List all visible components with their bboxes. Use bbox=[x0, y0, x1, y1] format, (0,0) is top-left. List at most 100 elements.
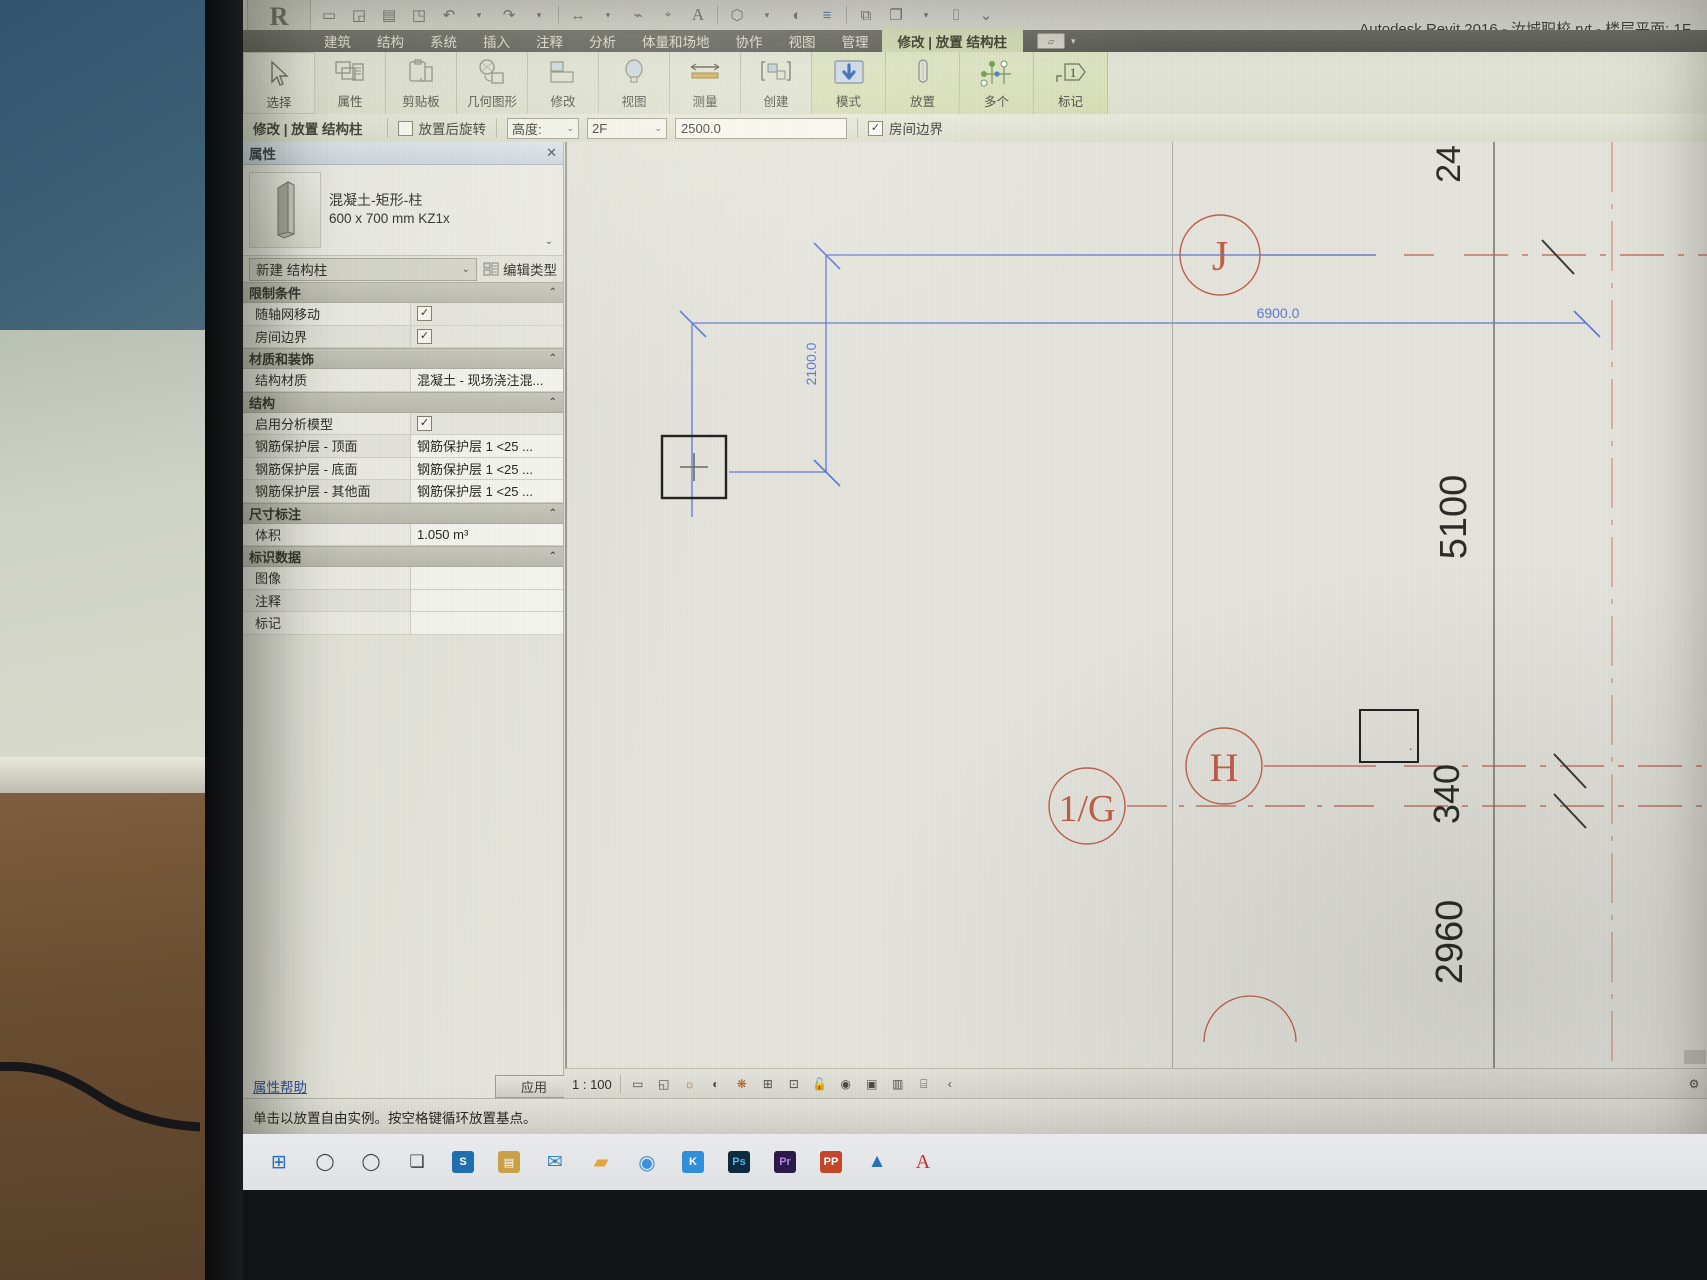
save-icon[interactable]: ▤ bbox=[375, 2, 403, 28]
collapse-icon[interactable]: ⌃ bbox=[549, 287, 557, 298]
collapse-icon-4[interactable]: ⌃ bbox=[549, 508, 557, 519]
show-crop-region-icon[interactable]: ⊡ bbox=[785, 1075, 803, 1093]
room-bounding-checkbox[interactable]: ✓ bbox=[868, 120, 884, 136]
tab-massing-site[interactable]: 体量和场地 bbox=[629, 29, 723, 53]
crop-view-icon[interactable]: ⊞ bbox=[759, 1075, 777, 1093]
offset-input[interactable]: 2500.0 bbox=[675, 117, 848, 139]
room-bounding-option[interactable]: ✓ 房间边界 bbox=[868, 118, 943, 138]
property-row-structural-material[interactable]: 结构材质 混凝土 - 现场浇注混... bbox=[243, 369, 563, 392]
text-icon[interactable]: A bbox=[684, 2, 712, 28]
property-group-materials[interactable]: 材质和装饰 ⌃ bbox=[243, 348, 563, 369]
revit-icon[interactable]: ▲ bbox=[855, 1140, 899, 1184]
panel-view[interactable]: 视图 bbox=[599, 52, 670, 114]
rotate-after-placement-checkbox[interactable] bbox=[397, 120, 413, 136]
property-value[interactable]: 钢筋保护层 1 <25 ... bbox=[410, 480, 563, 502]
collapse-icon-2[interactable]: ⌃ bbox=[549, 353, 557, 364]
dimension-dropdown-icon[interactable]: ▾ bbox=[594, 2, 622, 28]
redo-dropdown-icon[interactable]: ▾ bbox=[525, 2, 553, 28]
new-instance-dropdown[interactable]: 新建 结构柱 ⌄ bbox=[249, 257, 477, 281]
level-dropdown[interactable]: 2F ⌄ bbox=[587, 117, 668, 139]
property-row-move-with-grids[interactable]: 随轴网移动 ✓ bbox=[243, 303, 563, 326]
file-explorer-icon[interactable]: ▰ bbox=[579, 1140, 623, 1184]
kingsoft-icon[interactable]: K bbox=[671, 1140, 715, 1184]
property-value[interactable] bbox=[410, 567, 563, 589]
new-instance-row[interactable]: 新建 结构柱 ⌄ 编辑类型 bbox=[243, 256, 563, 282]
open-icon[interactable]: ◲ bbox=[345, 2, 373, 28]
visual-style-icon[interactable]: ◱ bbox=[655, 1075, 673, 1093]
tab-annotate[interactable]: 注释 bbox=[523, 29, 576, 53]
worksharing-status-icon[interactable]: ⚙ bbox=[1685, 1075, 1703, 1093]
app-icon-s[interactable]: S bbox=[441, 1140, 485, 1184]
property-group-constraints[interactable]: 限制条件 ⌃ bbox=[243, 282, 563, 303]
section-icon[interactable]: ◐ bbox=[783, 2, 811, 28]
property-row-comments[interactable]: 注释 bbox=[243, 589, 563, 612]
customize-qat-icon[interactable]: ⌄ bbox=[972, 2, 1000, 28]
tag-icon[interactable]: ⌁ bbox=[624, 2, 652, 28]
property-group-structural[interactable]: 结构 ⌃ bbox=[243, 391, 563, 413]
close-hidden-icon[interactable]: ⧉ bbox=[852, 2, 880, 28]
tab-architecture[interactable]: 建筑 bbox=[311, 29, 364, 53]
chrome-icon[interactable]: ◉ bbox=[625, 1140, 669, 1184]
save-as-icon[interactable]: ◳ bbox=[405, 2, 433, 28]
panel-geometry[interactable]: 几何图形 bbox=[457, 52, 528, 114]
temporary-hide-isolate-icon[interactable]: ◉ bbox=[837, 1075, 855, 1093]
enable-analytical-model-checkbox[interactable]: ✓ bbox=[417, 415, 432, 431]
panel-create[interactable]: 创建 bbox=[741, 52, 812, 114]
tab-insert[interactable]: 插入 bbox=[470, 29, 523, 53]
panel-multiple[interactable]: 多个 bbox=[960, 52, 1034, 114]
ribbon-tab-strip[interactable]: 建筑 结构 系统 插入 注释 分析 体量和场地 协作 视图 管理 修改 | 放置… bbox=[243, 28, 1707, 54]
property-row-volume[interactable]: 体积 1.050 m³ bbox=[243, 523, 563, 546]
app-icon-store[interactable]: ▤ bbox=[487, 1140, 531, 1184]
detail-level-icon[interactable]: ▭ bbox=[629, 1075, 647, 1093]
edit-type-button[interactable]: 编辑类型 bbox=[483, 259, 557, 279]
new-icon[interactable]: ▭ bbox=[315, 2, 343, 28]
panel-measure[interactable]: 测量 bbox=[670, 52, 741, 114]
panel-properties[interactable]: 属性 bbox=[315, 52, 386, 114]
task-view-icon[interactable]: ❏ bbox=[395, 1140, 439, 1184]
tab-manage[interactable]: 管理 bbox=[829, 29, 882, 53]
tab-view[interactable]: 视图 bbox=[776, 29, 829, 53]
default-3d-view-icon[interactable]: ⬡ bbox=[723, 2, 751, 28]
unlock-3d-view-icon[interactable]: 🔓 bbox=[811, 1075, 829, 1093]
panel-tag[interactable]: 1 标记 bbox=[1034, 52, 1108, 114]
view-scale[interactable]: 1 : 100 bbox=[572, 1077, 612, 1092]
height-mode-dropdown[interactable]: 高度: ⌄ bbox=[507, 117, 580, 139]
apply-button[interactable]: 应用 bbox=[495, 1074, 573, 1098]
worksharing-display-icon[interactable]: ▥ bbox=[889, 1075, 907, 1093]
property-row-mark[interactable]: 标记 bbox=[243, 612, 563, 635]
tab-collaborate[interactable]: 协作 bbox=[723, 29, 776, 53]
rotate-after-placement-option[interactable]: 放置后旋转 bbox=[397, 118, 486, 138]
drawing-canvas[interactable]: J H 1/G 6900.0 2100.0 5100 340 2960 24 . bbox=[564, 142, 1707, 1090]
type-selector-chevron-down-icon[interactable]: ⌄ bbox=[541, 236, 557, 251]
panel-modify[interactable]: 修改 bbox=[528, 52, 599, 114]
tag-by-category-icon[interactable]: ⌖ bbox=[654, 2, 682, 28]
panel-select[interactable]: 选择 bbox=[243, 52, 315, 114]
analytical-model-icon[interactable]: ⌸ bbox=[915, 1075, 933, 1093]
powerpoint-icon[interactable]: PP bbox=[809, 1140, 853, 1184]
property-value[interactable]: ✓ bbox=[410, 325, 563, 347]
shadows-icon[interactable]: ◐ bbox=[707, 1075, 725, 1093]
tab-structure[interactable]: 结构 bbox=[364, 29, 417, 53]
property-row-rebar-cover-bottom[interactable]: 钢筋保护层 - 底面 钢筋保护层 1 <25 ... bbox=[243, 457, 563, 480]
aligned-dimension-icon[interactable]: ↔ bbox=[564, 2, 592, 28]
cortana-icon[interactable]: ◯ bbox=[349, 1140, 393, 1184]
expand-view-bar-icon[interactable]: ‹ bbox=[941, 1075, 959, 1093]
sun-path-icon[interactable]: ☼ bbox=[681, 1075, 699, 1093]
start-button[interactable]: ⊞ bbox=[257, 1140, 301, 1184]
property-value[interactable]: 混凝土 - 现场浇注混... bbox=[410, 369, 563, 391]
properties-palette[interactable]: 属性 ✕ 混凝土-矩形-柱 600 x 700 mm KZ1x ⌄ 新建 结构柱… bbox=[243, 142, 573, 1102]
ribbon-panels[interactable]: 选择 属性 剪贴板 几何图形 修改 视图 测量 创建 模式 放置 多个 1 标记 bbox=[243, 52, 1707, 114]
panel-clipboard[interactable]: 剪贴板 bbox=[386, 52, 457, 114]
property-row-image[interactable]: 图像 bbox=[243, 567, 563, 590]
photoshop-icon[interactable]: Ps bbox=[717, 1140, 761, 1184]
undo-icon[interactable]: ↶ bbox=[435, 2, 463, 28]
reveal-hidden-elements-icon[interactable]: ▣ bbox=[863, 1075, 881, 1093]
minimize-ribbon-button[interactable]: ▱ bbox=[1037, 33, 1066, 49]
property-group-dimensions[interactable]: 尺寸标注 ⌃ bbox=[243, 502, 563, 524]
windows-taskbar[interactable]: ⊞ ◯ ◯ ❏ S ▤ ✉ ▰ ◉ K Ps Pr PP ▲ A bbox=[243, 1134, 1707, 1190]
property-value[interactable]: 钢筋保护层 1 <25 ... bbox=[410, 435, 563, 457]
property-row-enable-analytical-model[interactable]: 启用分析模型 ✓ bbox=[243, 412, 563, 435]
panel-mode[interactable]: 模式 bbox=[812, 52, 886, 114]
property-row-rebar-cover-other[interactable]: 钢筋保护层 - 其他面 钢筋保护层 1 <25 ... bbox=[243, 480, 563, 503]
type-selector[interactable]: 混凝土-矩形-柱 600 x 700 mm KZ1x ⌄ bbox=[243, 165, 563, 256]
